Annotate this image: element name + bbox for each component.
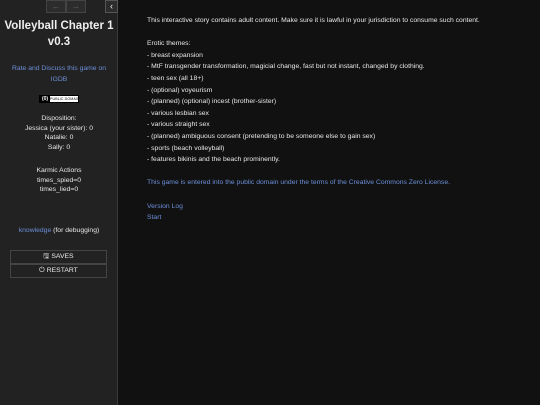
power-icon: ⏻ bbox=[39, 267, 45, 274]
theme-item: - MtF transgender transformation, magici… bbox=[147, 63, 425, 71]
license-link[interactable]: This game is entered into the public dom… bbox=[147, 177, 517, 189]
karmic-item: times_spied=0 bbox=[36, 176, 82, 184]
theme-item: - teen sex (all 18+) bbox=[147, 74, 204, 82]
history-forward-button[interactable]: → bbox=[66, 0, 86, 13]
disposition-item: Jessica (your sister): 0 bbox=[25, 124, 93, 132]
restart-label: RESTART bbox=[46, 267, 78, 274]
history-back-button[interactable]: ← bbox=[46, 0, 66, 13]
story-sidebar: ← → ‹ Volleyball Chapter 1 v0.3 Rate and… bbox=[0, 0, 118, 405]
disposition-item: Natalie: 0 bbox=[44, 134, 74, 141]
story-title: Volleyball Chapter 1 v0.3 bbox=[4, 20, 114, 48]
theme-item: - various straight sex bbox=[147, 121, 210, 129]
saves-label: SAVES bbox=[51, 253, 74, 260]
theme-item: - sports (beach volleyball) bbox=[147, 144, 225, 152]
theme-item: - (optional) voyeurism bbox=[147, 86, 213, 94]
theme-item: - breast expansion bbox=[147, 51, 203, 59]
debug-line: knowledge (for debugging) bbox=[4, 226, 114, 236]
public-domain-icon: (0) bbox=[40, 96, 50, 102]
themes-heading: Erotic themes: bbox=[147, 40, 191, 48]
left-arrow-icon: ← bbox=[52, 2, 60, 11]
rate-discuss-link[interactable]: Rate and Discuss this game on IGDB bbox=[6, 63, 112, 85]
disposition-panel: Disposition: Jessica (your sister): 0 Na… bbox=[4, 114, 114, 152]
theme-item: - (planned) (optional) incest (brother-s… bbox=[147, 98, 277, 106]
public-domain-badge[interactable]: (0) PUBLIC DOMAIN bbox=[39, 95, 79, 103]
theme-item: - features bikinis and the beach promine… bbox=[147, 156, 280, 164]
debug-note: (for debugging) bbox=[51, 227, 100, 234]
theme-item: - (planned) ambiguous consent (pretendin… bbox=[147, 132, 376, 140]
karmic-heading: Karmic Actions bbox=[36, 167, 82, 174]
karmic-actions-panel: Karmic Actions times_spied=0 times_lied=… bbox=[4, 166, 114, 195]
right-arrow-icon: → bbox=[72, 2, 80, 11]
karmic-item: times_lied=0 bbox=[39, 186, 79, 193]
public-domain-label: PUBLIC DOMAIN bbox=[50, 97, 78, 101]
disposition-item: Sally: 0 bbox=[47, 143, 71, 151]
saves-button[interactable]: 🖫 SAVES bbox=[10, 250, 107, 264]
start-link[interactable]: Start bbox=[147, 212, 517, 224]
adult-content-warning: This interactive story contains adult co… bbox=[147, 17, 480, 24]
floppy-disk-icon: 🖫 bbox=[43, 253, 50, 260]
version-log-link[interactable]: Version Log bbox=[147, 201, 517, 213]
chevron-left-icon: ‹ bbox=[110, 1, 113, 11]
knowledge-link[interactable]: knowledge bbox=[19, 227, 52, 234]
disposition-heading: Disposition: bbox=[41, 115, 77, 122]
sidebar-collapse-button[interactable]: ‹ bbox=[105, 0, 118, 13]
story-passage: This interactive story contains adult co… bbox=[147, 15, 517, 224]
restart-button[interactable]: ⏻ RESTART bbox=[10, 264, 107, 278]
theme-item: - various lesbian sex bbox=[147, 109, 209, 117]
